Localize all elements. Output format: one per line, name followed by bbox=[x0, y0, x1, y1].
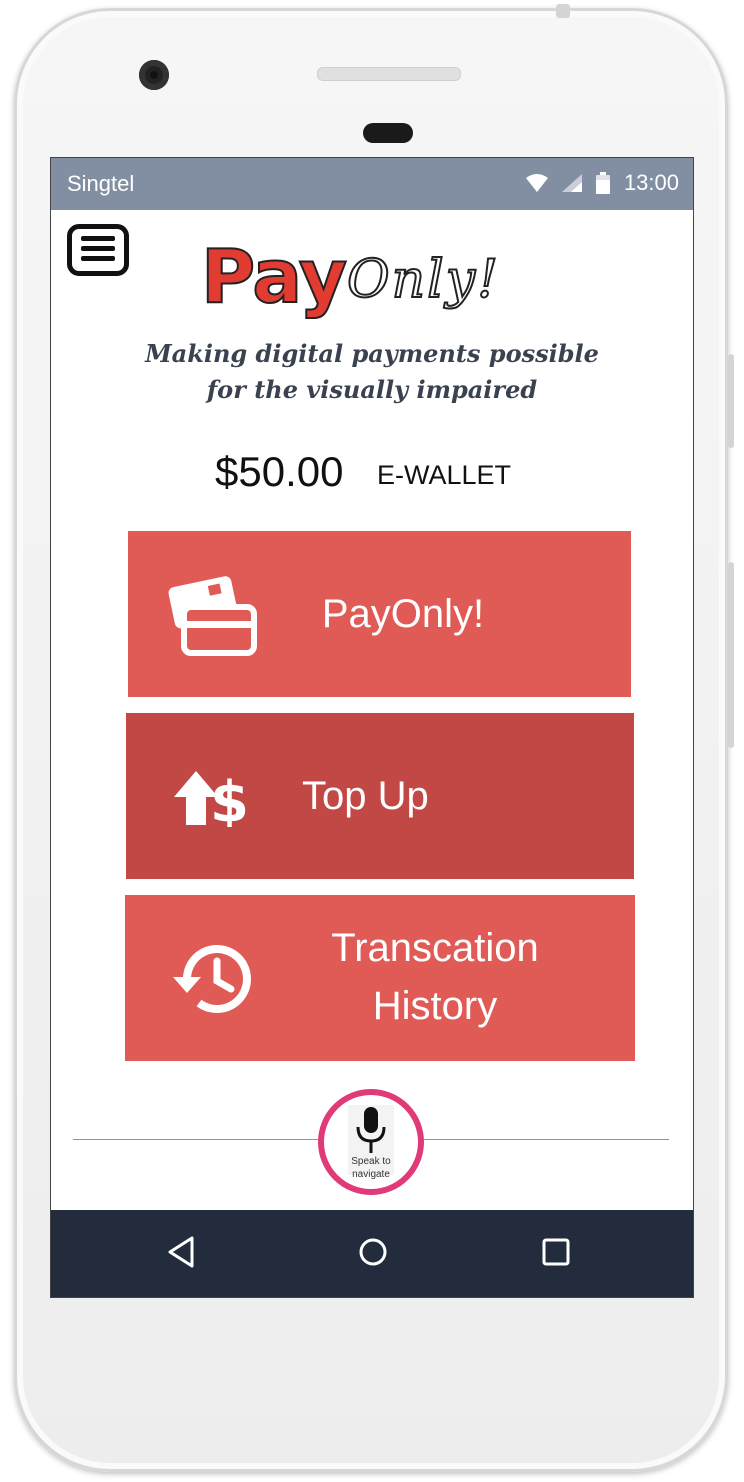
app-logo: Pay Only! bbox=[200, 233, 561, 334]
mic-caption: Speak to navigate bbox=[324, 1155, 418, 1181]
wallet-balance: $50.00 bbox=[215, 448, 344, 495]
history-label-line-2: History bbox=[372, 984, 498, 1028]
power-button bbox=[728, 354, 734, 448]
logo-pay-text: Pay bbox=[200, 233, 348, 321]
volume-button bbox=[728, 562, 734, 748]
history-label-line-1: Transcation bbox=[331, 926, 539, 970]
clock: 13:00 bbox=[623, 170, 679, 195]
back-icon[interactable] bbox=[167, 1236, 195, 1268]
top-up-button[interactable]: $ Top Up bbox=[126, 713, 634, 879]
speak-to-navigate-button[interactable]: Speak to navigate bbox=[318, 1089, 424, 1195]
front-camera bbox=[139, 60, 169, 90]
battery-icon bbox=[595, 172, 610, 194]
microphone-icon bbox=[356, 1107, 386, 1153]
payonly-label: PayOnly! bbox=[321, 592, 485, 636]
credit-cards-icon bbox=[168, 576, 257, 656]
logo-only-text: Only! bbox=[346, 249, 501, 311]
android-nav-bar bbox=[51, 1210, 693, 1297]
payonly-button[interactable]: PayOnly! bbox=[128, 531, 631, 697]
top-button bbox=[556, 4, 570, 18]
carrier-name: Singtel bbox=[67, 171, 135, 196]
top-up-dollar-icon: $ bbox=[174, 770, 249, 827]
tagline: Making digital payments possible for the… bbox=[51, 336, 693, 408]
signal-icon bbox=[561, 174, 582, 192]
top-up-label: Top Up bbox=[302, 774, 429, 818]
app-screen: Singtel 13:00 Pay Only! Making digital p… bbox=[50, 157, 694, 1298]
mic-caption-line-1: Speak to bbox=[351, 1156, 391, 1167]
svg-text:$: $ bbox=[210, 770, 249, 827]
wifi-icon bbox=[525, 174, 548, 192]
mic-caption-line-2: navigate bbox=[352, 1169, 390, 1180]
proximity-sensor bbox=[363, 123, 413, 143]
hamburger-menu-icon[interactable] bbox=[67, 224, 129, 276]
earpiece-speaker bbox=[317, 67, 461, 81]
tagline-line-2: for the visually impaired bbox=[206, 375, 538, 404]
status-bar: Singtel 13:00 bbox=[51, 158, 693, 210]
transaction-history-button[interactable]: Transcation History bbox=[125, 895, 635, 1061]
wallet-label: E-WALLET bbox=[377, 460, 512, 490]
recents-icon[interactable] bbox=[542, 1238, 570, 1266]
tagline-line-1: Making digital payments possible bbox=[145, 339, 599, 368]
history-clock-icon bbox=[173, 945, 251, 1013]
home-icon[interactable] bbox=[357, 1236, 389, 1268]
